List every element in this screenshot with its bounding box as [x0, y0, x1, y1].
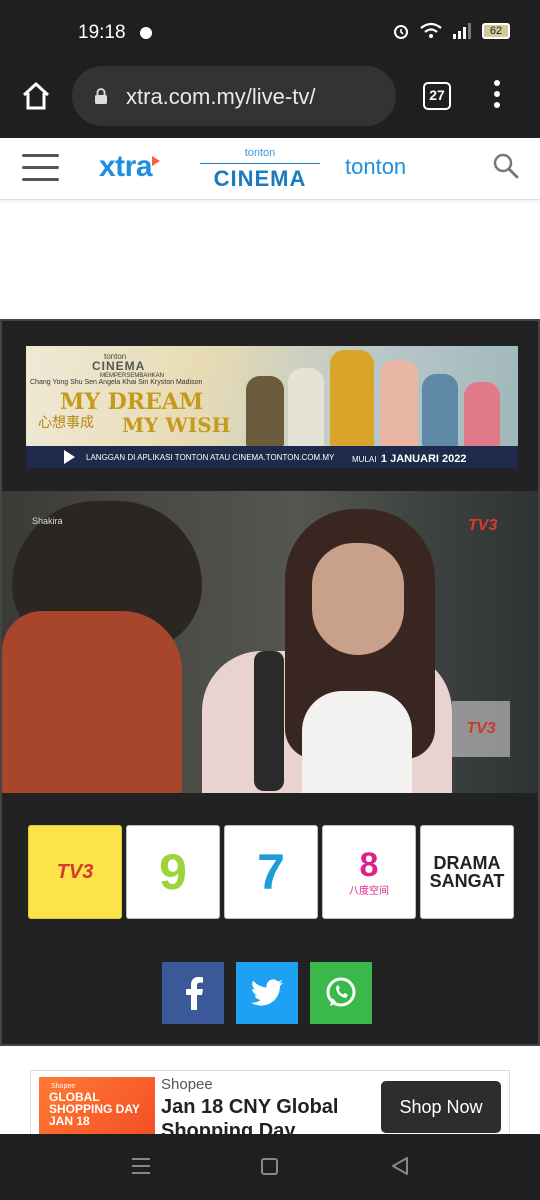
- banner-title-line2: MY WISH: [122, 413, 231, 437]
- cinema-logo-small: tonton: [244, 147, 276, 159]
- banner-start: MULAI 1 JANUARI 2022: [352, 453, 467, 465]
- home-icon[interactable]: [20, 80, 52, 112]
- channel-tv9-logo: 9: [159, 844, 187, 900]
- tv3-watermark: TV3: [468, 517, 498, 534]
- banner-cast-names: Chang Yong Shu Sen Angela Khai Sin Kryst…: [30, 379, 203, 386]
- channel-selector: TV3 9 7 8 八度空间 DRAMA SANGAT: [28, 825, 514, 919]
- shopee-ad[interactable]: Shopee GLOBAL SHOPPING DAY JAN 18 Shopee…: [30, 1070, 510, 1136]
- channel-ntv7[interactable]: 7: [224, 825, 318, 919]
- channel-drama-sangat[interactable]: DRAMA SANGAT: [420, 825, 514, 919]
- search-icon[interactable]: [492, 152, 520, 180]
- status-bar: 19:18 62: [0, 0, 540, 62]
- lock-icon: [95, 88, 107, 104]
- banner-brand: CINEMA: [92, 359, 146, 373]
- tonton-play-icon: [64, 450, 75, 464]
- recent-apps-icon[interactable]: [132, 1158, 150, 1179]
- xtra-logo[interactable]: xtra: [99, 150, 161, 184]
- ad-image-title: GLOBAL SHOPPING DAY JAN 18: [49, 1090, 140, 1128]
- play-triangle-icon: [152, 156, 161, 166]
- banner-title-cjk: 心想事成: [38, 414, 94, 430]
- banner-start-date: 1 JANUARI 2022: [380, 453, 467, 465]
- ad-image: Shopee GLOBAL SHOPPING DAY JAN 18: [39, 1077, 155, 1135]
- promo-banner[interactable]: tonton CINEMA MEMPERSEMBAHKAN Chang Yong …: [26, 346, 518, 468]
- wifi-icon: [420, 22, 442, 38]
- live-tv-panel: tonton CINEMA MEMPERSEMBAHKAN Chang Yong …: [0, 319, 540, 1046]
- back-icon[interactable]: [390, 1156, 410, 1176]
- channel-ntv7-logo: 7: [257, 844, 285, 900]
- ad-title: Jan 18 CNY Global Shopping Day: [161, 1096, 339, 1136]
- battery-indicator: 62: [482, 23, 510, 39]
- video-frame-figure: [302, 691, 412, 793]
- cinema-logo-big: CINEMA: [200, 163, 320, 192]
- url-text: xtra.com.my/live-tv/: [126, 84, 316, 109]
- tonton-logo[interactable]: tonton: [345, 154, 406, 180]
- banner-cast: MEMPERSEMBAHKAN Chang Yong Shu Sen Angela…: [30, 373, 203, 386]
- tab-switcher-button[interactable]: 27: [423, 82, 451, 110]
- banner-cta-text: LANGGAN DI APLIKASI TONTON ATAU CINEMA.T…: [86, 453, 335, 462]
- signal-icon: [453, 23, 471, 39]
- browser-toolbar: xtra.com.my/live-tv/ 27: [0, 62, 540, 138]
- shop-now-button[interactable]: Shop Now: [381, 1081, 501, 1133]
- video-frame-figure: [254, 651, 284, 791]
- facebook-icon: [186, 977, 203, 1010]
- alarm-icon: [394, 25, 408, 39]
- channel-drama-sangat-logo: DRAMA SANGAT: [429, 853, 505, 891]
- notification-dot-icon: [140, 27, 152, 39]
- ad-image-brand: Shopee: [51, 1083, 76, 1090]
- home-square-icon[interactable]: [261, 1158, 278, 1175]
- ad-brand: Shopee: [161, 1076, 213, 1093]
- channel-tv3[interactable]: TV3: [28, 825, 122, 919]
- banner-cast-image: [226, 348, 511, 446]
- share-buttons: [162, 962, 372, 1024]
- system-nav-bar: [0, 1134, 540, 1200]
- whatsapp-icon: [326, 977, 356, 1007]
- channel-8tv[interactable]: 8 八度空间: [322, 825, 416, 919]
- video-speaker-label: Shakira: [32, 516, 63, 526]
- twitter-icon: [251, 979, 283, 1006]
- tv3-corner-logo: TV3: [452, 701, 510, 757]
- video-frame-figure: [2, 611, 182, 793]
- hamburger-menu-icon[interactable]: [22, 154, 59, 184]
- overflow-menu-icon[interactable]: [490, 80, 504, 114]
- channel-tv9[interactable]: 9: [126, 825, 220, 919]
- banner-start-prefix: MULAI: [352, 455, 377, 464]
- xtra-logo-text: xtra: [99, 150, 153, 183]
- channel-tv3-logo: TV3: [56, 860, 94, 883]
- twitter-share-button[interactable]: [236, 962, 298, 1024]
- facebook-share-button[interactable]: [162, 962, 224, 1024]
- banner-cta-bar: LANGGAN DI APLIKASI TONTON ATAU CINEMA.T…: [26, 446, 518, 468]
- status-icons: 62: [392, 22, 510, 40]
- channel-8tv-sub: 八度空间: [349, 885, 389, 897]
- channel-8tv-logo: 8: [359, 845, 379, 884]
- status-time: 19:18: [78, 22, 126, 43]
- tonton-cinema-logo[interactable]: tonton CINEMA: [200, 148, 320, 192]
- video-frame-figure: [312, 543, 404, 655]
- site-header: xtra tonton CINEMA tonton: [0, 138, 540, 200]
- whatsapp-share-button[interactable]: [310, 962, 372, 1024]
- address-bar[interactable]: xtra.com.my/live-tv/: [72, 66, 396, 126]
- live-video-player[interactable]: Shakira TV3 TV3: [2, 491, 538, 793]
